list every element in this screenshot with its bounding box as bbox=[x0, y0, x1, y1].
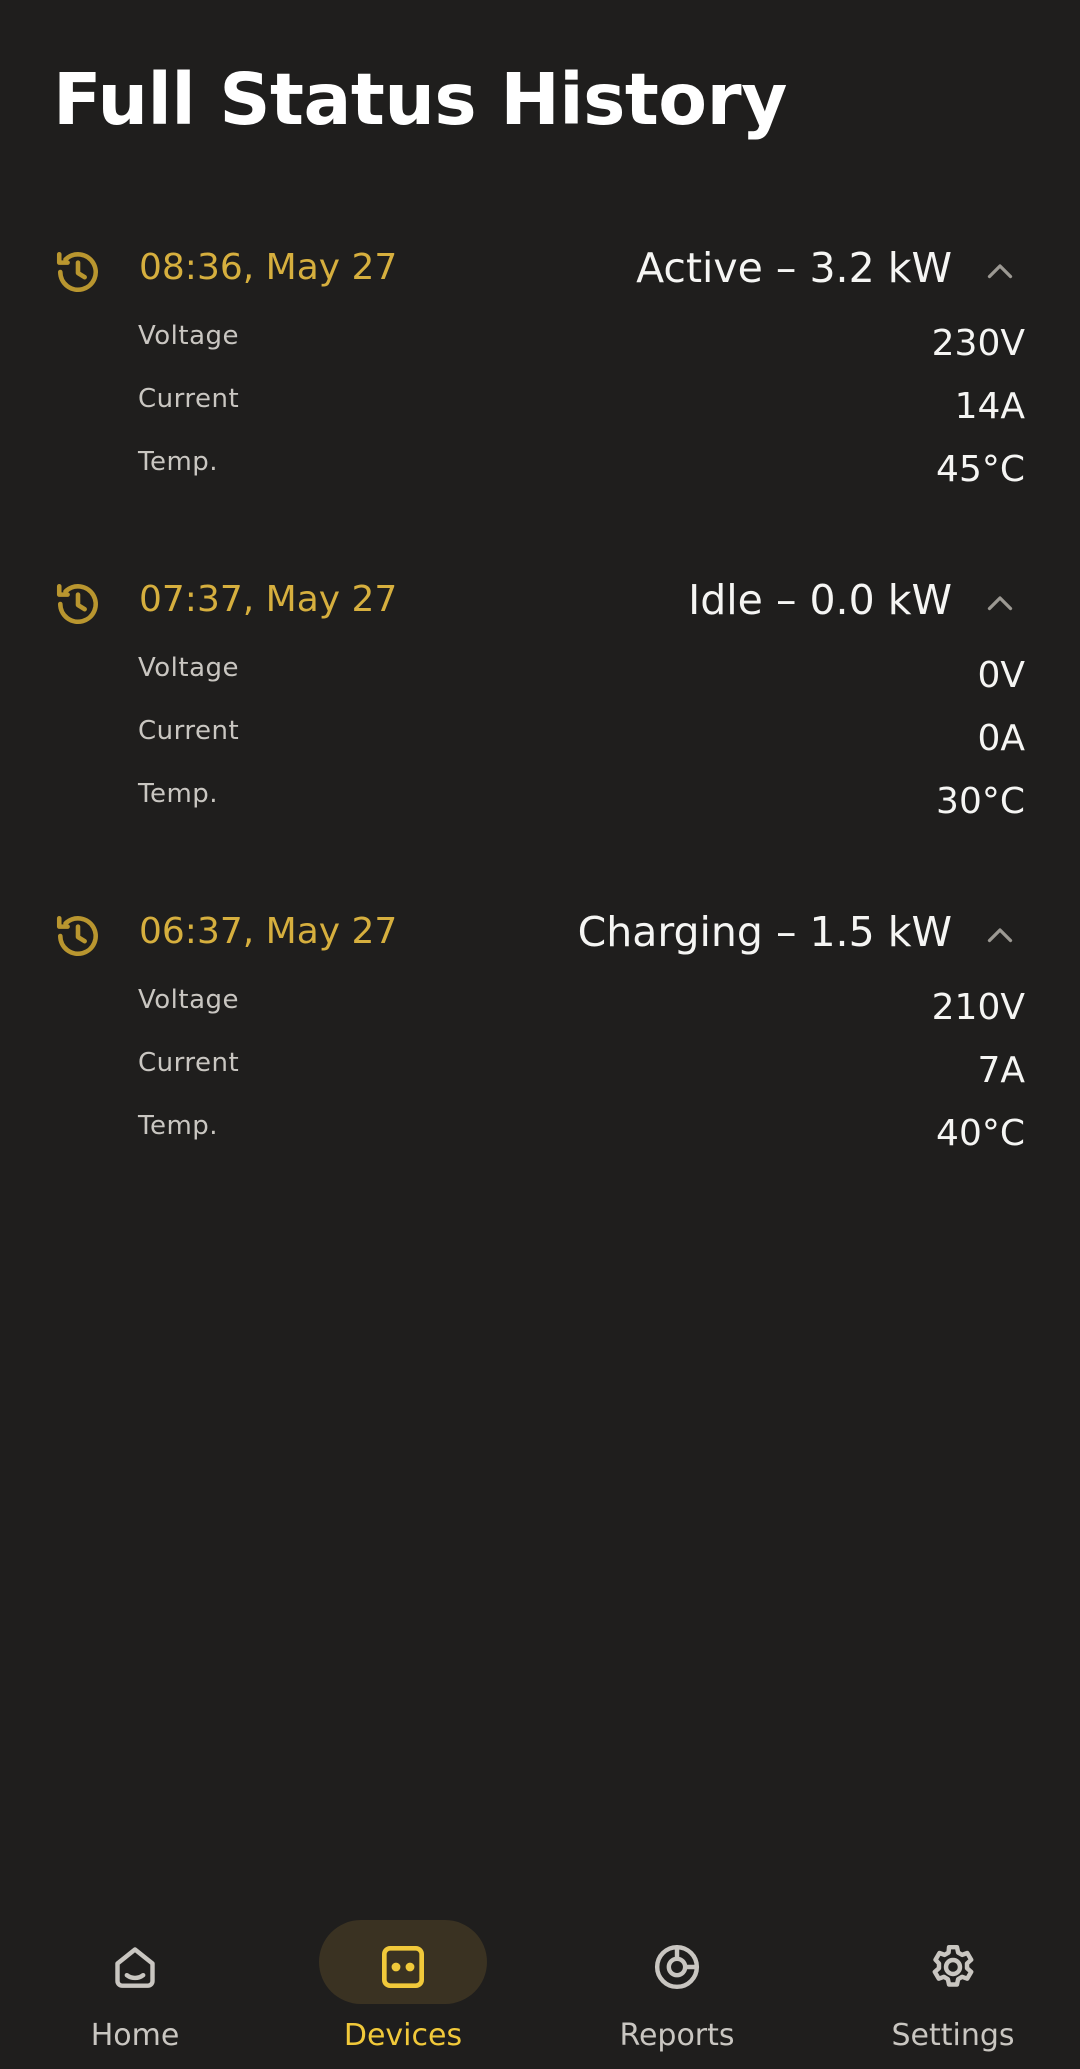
metric-label-current: Current bbox=[138, 384, 240, 414]
history-list: 08:36, May 27 Active – 3.2 kW Voltage 23… bbox=[0, 235, 1080, 1231]
metric-label-current: Current bbox=[138, 1048, 240, 1078]
reports-icon bbox=[654, 1944, 700, 1990]
entry-timestamp: 06:37, May 27 bbox=[139, 911, 398, 952]
nav-item-devices[interactable]: Devices bbox=[268, 1890, 538, 2053]
history-icon bbox=[56, 916, 98, 957]
device-icon bbox=[382, 1946, 424, 1988]
status-history-screen: Full Status History 08:36, May 27 Active… bbox=[0, 0, 1080, 2069]
metric-label-temp: Temp. bbox=[138, 1111, 219, 1141]
entry-timestamp: 08:36, May 27 bbox=[139, 247, 398, 288]
chevron-up-icon[interactable] bbox=[982, 254, 1018, 290]
history-entry: 07:37, May 27 Idle – 0.0 kW Voltage 0V C… bbox=[0, 567, 1080, 899]
chevron-up-icon[interactable] bbox=[982, 918, 1018, 954]
metric-label-voltage: Voltage bbox=[138, 985, 240, 1015]
history-entry-header[interactable]: 06:37, May 27 Charging – 1.5 kW bbox=[0, 899, 1080, 969]
home-icon bbox=[115, 1947, 155, 1988]
nav-item-reports[interactable]: Reports bbox=[542, 1890, 812, 2053]
metric-value-voltage: 230V bbox=[931, 323, 1025, 364]
entry-status: Charging – 1.5 kW bbox=[577, 908, 952, 956]
metric-label-voltage: Voltage bbox=[138, 321, 240, 351]
bottom-navigation: Home Devices Reports Settings bbox=[0, 1860, 1080, 2069]
gear-icon bbox=[932, 1944, 974, 1987]
history-entry: 08:36, May 27 Active – 3.2 kW Voltage 23… bbox=[0, 235, 1080, 567]
metric-value-temp: 45°C bbox=[936, 449, 1025, 490]
history-entry: 06:37, May 27 Charging – 1.5 kW Voltage … bbox=[0, 899, 1080, 1231]
entry-status: Active – 3.2 kW bbox=[636, 244, 952, 292]
metric-label-voltage: Voltage bbox=[138, 653, 240, 683]
history-entry-header[interactable]: 08:36, May 27 Active – 3.2 kW bbox=[0, 235, 1080, 305]
metric-value-current: 14A bbox=[954, 386, 1025, 427]
chevron-up-icon[interactable] bbox=[982, 586, 1018, 622]
history-entry-header[interactable]: 07:37, May 27 Idle – 0.0 kW bbox=[0, 567, 1080, 637]
metric-value-temp: 30°C bbox=[936, 781, 1025, 822]
metric-value-current: 7A bbox=[977, 1050, 1025, 1091]
nav-label-home: Home bbox=[90, 2018, 180, 2053]
metric-value-voltage: 210V bbox=[931, 987, 1025, 1028]
nav-item-settings[interactable]: Settings bbox=[818, 1890, 1080, 2053]
nav-label-devices: Devices bbox=[343, 2018, 463, 2053]
nav-item-home[interactable]: Home bbox=[0, 1890, 270, 2053]
page-title: Full Status History bbox=[53, 58, 787, 141]
history-icon bbox=[56, 584, 98, 625]
nav-label-reports: Reports bbox=[619, 2018, 735, 2053]
metric-label-current: Current bbox=[138, 716, 240, 746]
history-icon bbox=[56, 252, 98, 293]
metric-value-current: 0A bbox=[977, 718, 1025, 759]
entry-timestamp: 07:37, May 27 bbox=[139, 579, 398, 620]
metric-value-voltage: 0V bbox=[977, 655, 1025, 696]
metric-label-temp: Temp. bbox=[138, 779, 219, 809]
metric-label-temp: Temp. bbox=[138, 447, 219, 477]
entry-status: Idle – 0.0 kW bbox=[688, 576, 952, 624]
nav-label-settings: Settings bbox=[891, 2018, 1015, 2053]
metric-value-temp: 40°C bbox=[936, 1113, 1025, 1154]
